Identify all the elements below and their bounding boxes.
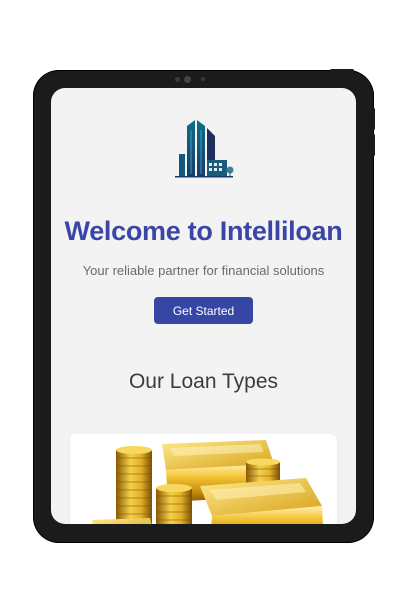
front-camera <box>184 76 191 83</box>
building-logo-icon <box>175 120 234 178</box>
power-button <box>330 69 354 72</box>
volume-up-button <box>372 108 375 130</box>
app-screen: Welcome to Intelliloan Your reliable par… <box>51 88 356 524</box>
front-sensor <box>201 77 205 81</box>
tagline: Your reliable partner for financial solu… <box>82 263 325 278</box>
get-started-button[interactable]: Get Started <box>154 297 253 324</box>
volume-down-button <box>372 134 375 156</box>
loan-types-heading: Our Loan Types <box>128 370 279 393</box>
welcome-title: Welcome to Intelliloan <box>64 216 343 246</box>
gold-bars-coins-image <box>70 434 337 524</box>
loan-type-card[interactable] <box>70 434 337 524</box>
front-sensor <box>175 77 180 82</box>
